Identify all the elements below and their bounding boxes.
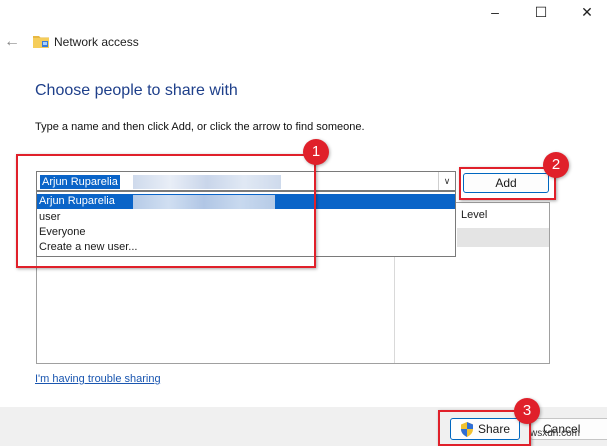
- network-folder-icon: [33, 36, 49, 48]
- minimize-button[interactable]: –: [472, 0, 518, 24]
- close-button[interactable]: ✕: [564, 0, 607, 24]
- trouble-sharing-link[interactable]: I'm having trouble sharing: [35, 373, 161, 385]
- instructions-text: Type a name and then click Add, or click…: [35, 121, 365, 133]
- callout-box-1: [16, 154, 316, 268]
- maximize-button[interactable]: ☐: [518, 0, 564, 24]
- permission-level-header: Level: [461, 209, 488, 221]
- callout-badge-2: 2: [543, 152, 569, 178]
- minimize-icon: –: [491, 4, 499, 20]
- page-heading: Choose people to share with: [35, 82, 238, 99]
- callout-badge-1: 1: [303, 139, 329, 165]
- watermark: wsxdn.com: [530, 428, 581, 439]
- maximize-icon: ☐: [534, 3, 548, 20]
- chevron-down-icon: ∨: [443, 175, 451, 186]
- back-arrow-icon: ←: [4, 33, 20, 50]
- list-row-highlight: [457, 228, 549, 247]
- callout-box-2: [459, 167, 556, 200]
- close-icon: ✕: [581, 3, 593, 20]
- callout-badge-3: 3: [514, 398, 540, 424]
- back-button[interactable]: ←: [4, 33, 20, 51]
- window-title: Network access: [54, 35, 139, 49]
- dropdown-arrow-button[interactable]: ∨: [438, 172, 455, 190]
